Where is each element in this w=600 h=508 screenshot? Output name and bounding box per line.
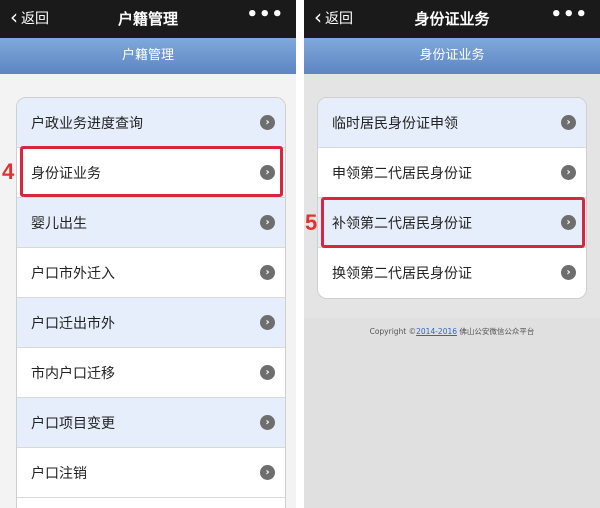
chevron-right-circle-icon: › — [260, 115, 275, 130]
highlight-box — [20, 146, 283, 197]
list-item-label: 临时居民身份证申领 — [332, 115, 458, 132]
chevron-right-circle-icon: › — [260, 265, 275, 280]
more-dots-icon[interactable]: ••• — [550, 4, 588, 25]
left-screen: ‹ 返回 户籍管理 ••• 户籍管理 户政业务进度查询 › 身份证业务 › 婴儿出生… — [0, 0, 296, 508]
list-item[interactable]: 婴儿出生 › — [17, 198, 285, 248]
list-item[interactable]: 户口注销 › — [17, 448, 285, 498]
chevron-right-circle-icon: › — [561, 165, 576, 180]
footer: Copyright ©2014-2016 佛山公安微信公众平台 — [304, 326, 600, 337]
chevron-right-circle-icon: › — [260, 415, 275, 430]
step-number: 5 — [305, 210, 318, 235]
list-item[interactable]: 换领第二代居民身份证 › — [318, 248, 586, 297]
list-item[interactable]: 市内户口迁移 › — [17, 348, 285, 398]
list-item[interactable]: 申领第二代居民身份证 › — [318, 148, 586, 198]
list-item-label: 市内户口迁移 — [31, 365, 115, 382]
list-item[interactable]: 户政业务进度查询 › — [17, 98, 285, 148]
step-number: 4 — [2, 159, 15, 184]
chevron-right-circle-icon: › — [561, 265, 576, 280]
list-item[interactable]: 临时居民身份证申领 › — [318, 98, 586, 148]
list-item[interactable]: 户口项目变更 › — [17, 398, 285, 448]
top-nav-bar: ‹ 返回 身份证业务 ••• — [304, 0, 600, 38]
chevron-right-circle-icon: › — [561, 115, 576, 130]
more-dots-icon[interactable]: ••• — [246, 4, 284, 25]
footer-prefix: Copyright © — [369, 327, 417, 336]
list-item[interactable]: 户口市外迁入 › — [17, 248, 285, 298]
list-item-label: 户口注销 — [31, 465, 87, 482]
section-header: 户籍管理 — [0, 38, 296, 74]
section-header: 身份证业务 — [304, 38, 600, 74]
list-item-label: 婴儿出生 — [31, 215, 87, 232]
list-item-label: 换领第二代居民身份证 — [332, 265, 472, 282]
right-screen: ‹ 返回 身份证业务 ••• 身份证业务 临时居民身份证申领 › 申领第二代居民身… — [304, 0, 600, 508]
chevron-right-circle-icon: › — [260, 365, 275, 380]
list-item[interactable]: 户口迁出市外 › — [17, 298, 285, 348]
footer-owner: 佛山公安微信公众平台 — [459, 327, 535, 336]
chevron-right-circle-icon: › — [260, 465, 275, 480]
list-item-label: 户口市外迁入 — [31, 265, 115, 282]
highlight-box — [321, 197, 585, 248]
chevron-right-circle-icon: › — [260, 215, 275, 230]
footer-years-link[interactable]: 2014-2016 — [416, 327, 457, 336]
list-item-label: 户政业务进度查询 — [31, 115, 143, 132]
list-item-label: 申领第二代居民身份证 — [332, 165, 472, 182]
list-item-label: 户口迁出市外 — [31, 315, 115, 332]
chevron-right-circle-icon: › — [260, 315, 275, 330]
top-nav-bar: ‹ 返回 户籍管理 ••• — [0, 0, 296, 38]
page-background — [304, 318, 600, 508]
list-item-label: 户口项目变更 — [31, 415, 115, 432]
